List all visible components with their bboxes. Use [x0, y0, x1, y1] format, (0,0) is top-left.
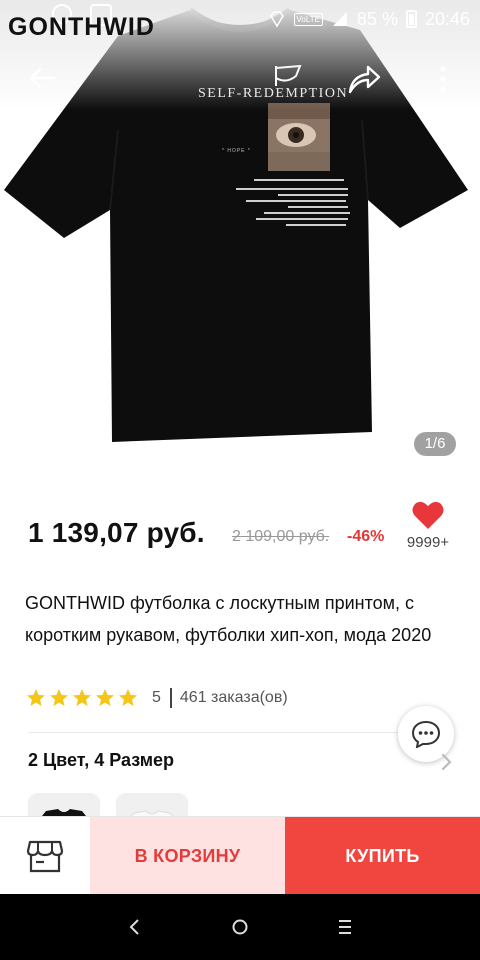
battery-percent: 85 %	[356, 8, 398, 29]
nav-back-icon[interactable]	[122, 914, 148, 940]
more-vertical-icon[interactable]	[430, 62, 456, 96]
chevron-right-icon[interactable]	[438, 752, 454, 772]
status-right: VoLTE 85 % 20:46	[268, 6, 470, 32]
print-title: SELF-REDEMPTION	[198, 86, 349, 101]
variants-summary[interactable]: 2 Цвет, 4 Размер	[28, 750, 174, 771]
rating-divider	[169, 688, 172, 708]
discount-badge: -46%	[347, 528, 385, 545]
nav-recent-icon[interactable]	[332, 914, 358, 940]
system-navigation-bar	[0, 894, 480, 960]
purchase-action-bar: В КОРЗИНУ КУПИТЬ	[0, 816, 480, 895]
product-image-gallery[interactable]: SELF-REDEMPTION * HOPE * GONTHWID VoLTE …	[0, 0, 480, 480]
status-bar: GONTHWID VoLTE 85 % 20:46	[0, 0, 480, 41]
rating-value: 5	[152, 689, 161, 706]
star-icon	[119, 689, 137, 706]
signal-icon	[332, 12, 347, 26]
star-rating	[26, 688, 138, 708]
clock: 20:46	[424, 8, 470, 29]
heart-icon	[412, 501, 444, 529]
section-divider	[28, 732, 448, 733]
store-icon	[26, 840, 64, 873]
back-arrow-icon[interactable]	[26, 62, 58, 94]
nav-home-icon[interactable]	[227, 914, 253, 940]
star-icon	[73, 689, 91, 706]
print-tag: * HOPE *	[222, 148, 251, 154]
brand-watermark: GONTHWID	[8, 13, 155, 41]
chat-icon	[411, 720, 441, 748]
product-screen: SELF-REDEMPTION * HOPE * GONTHWID VoLTE …	[0, 0, 480, 960]
product-title: GONTHWID футболка с лоскутным принтом, с…	[25, 593, 432, 645]
star-icon	[50, 689, 68, 706]
add-to-cart-button[interactable]: В КОРЗИНУ	[90, 817, 285, 895]
star-icon	[96, 689, 114, 706]
old-price: 2 109,00 руб.	[232, 528, 330, 545]
image-counter: 1/6	[414, 432, 456, 456]
battery-icon	[405, 10, 417, 28]
star-icon	[27, 689, 45, 706]
diamond-icon	[269, 11, 284, 28]
share-icon[interactable]	[346, 62, 382, 96]
store-button[interactable]	[0, 817, 90, 895]
volte-label: VoLTE	[293, 12, 323, 26]
favorite-button[interactable]: 9999+	[404, 500, 452, 564]
rating-row[interactable]: 5 461 заказа(ов)	[26, 686, 288, 710]
current-price: 1 139,07 руб.	[28, 517, 205, 548]
orders-count: 461 заказа(ов)	[179, 689, 288, 706]
buy-now-button[interactable]: КУПИТЬ	[285, 817, 480, 895]
favorites-count: 9999+	[406, 534, 450, 551]
